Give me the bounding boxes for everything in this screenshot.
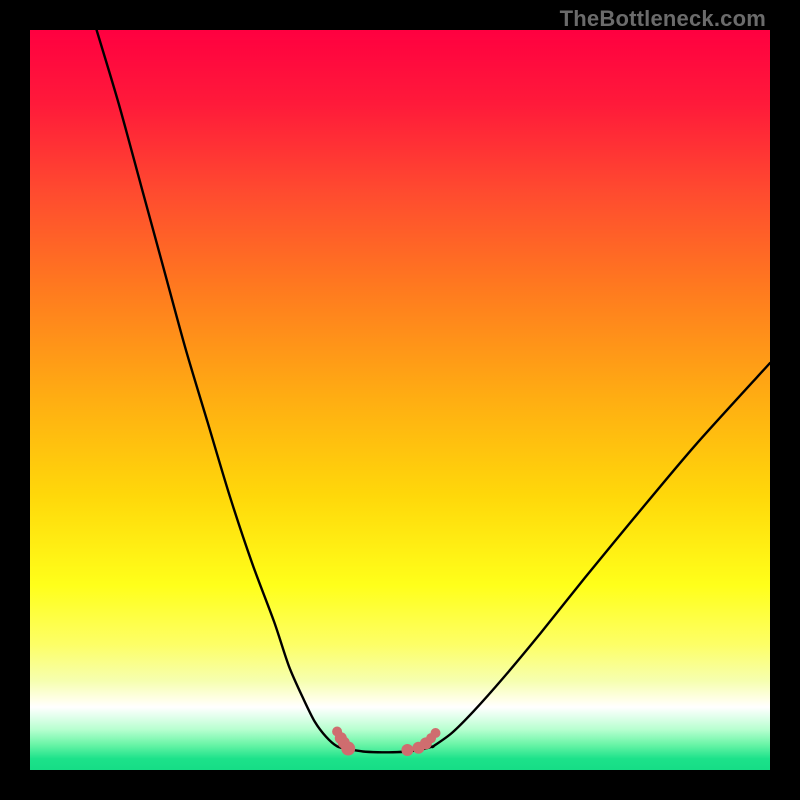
marker-dot bbox=[341, 742, 355, 756]
curve-layer bbox=[30, 30, 770, 770]
plot-area bbox=[30, 30, 770, 770]
marker-dot bbox=[431, 728, 441, 738]
watermark-text: TheBottleneck.com bbox=[560, 6, 766, 32]
bottleneck-curve bbox=[97, 30, 770, 752]
marker-dot bbox=[401, 744, 413, 756]
chart-frame: TheBottleneck.com bbox=[0, 0, 800, 800]
